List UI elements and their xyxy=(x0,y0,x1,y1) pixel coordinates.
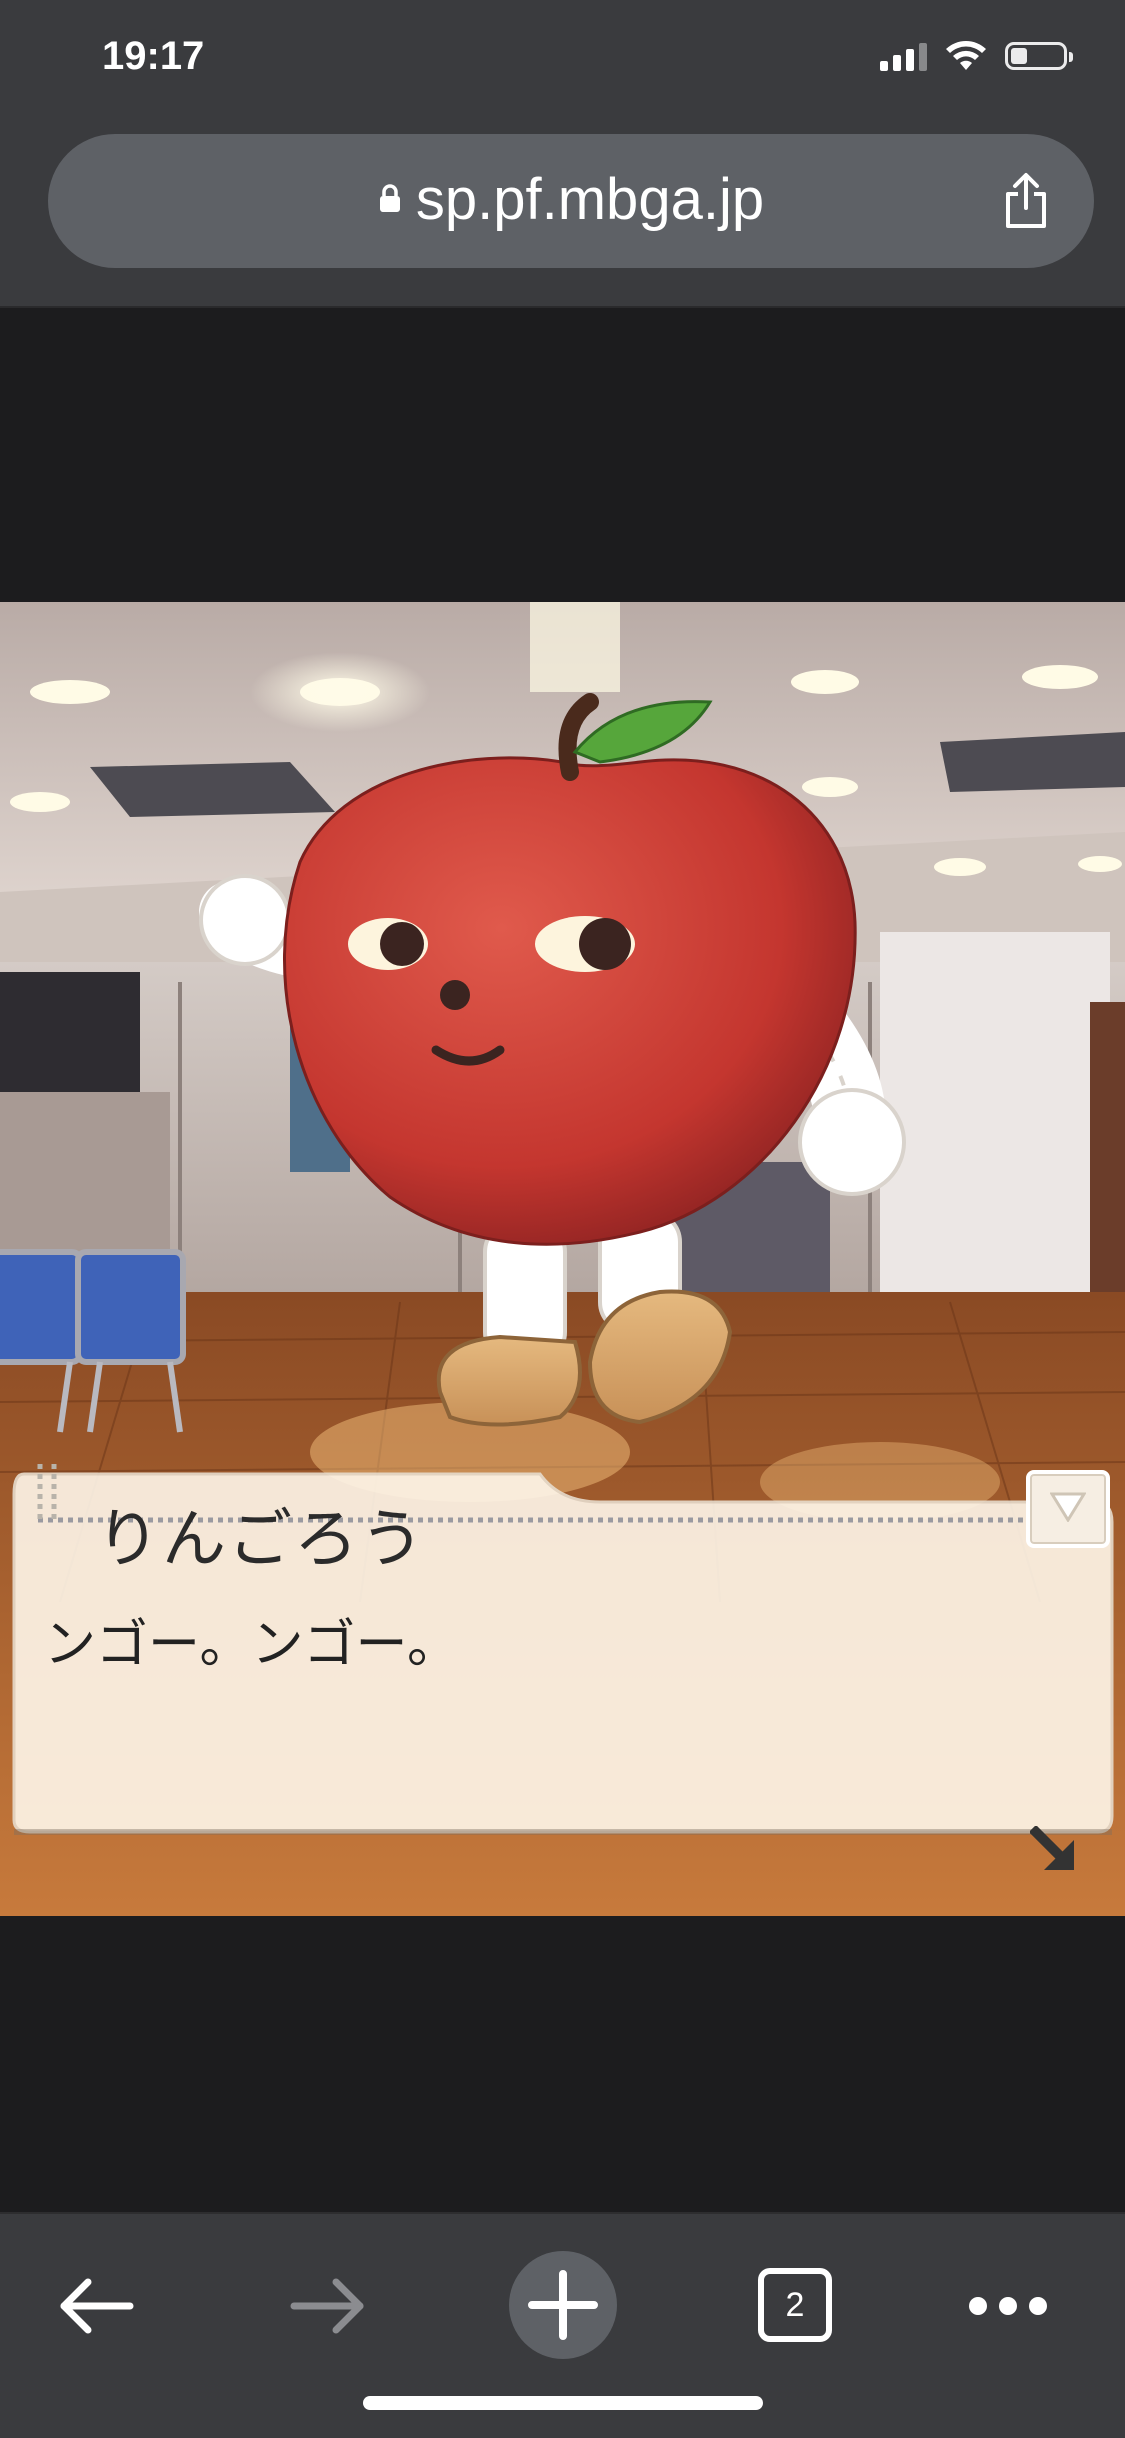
battery-icon xyxy=(1005,42,1073,70)
tabs-icon[interactable]: 2 xyxy=(758,2268,832,2342)
lock-icon xyxy=(379,183,400,212)
share-icon[interactable] xyxy=(1002,172,1050,230)
triangle-down-icon xyxy=(1050,1492,1086,1522)
status-time: 19:17 xyxy=(102,34,205,78)
back-arrow-icon[interactable] xyxy=(56,2276,136,2336)
scene-illustration xyxy=(0,602,1125,1916)
speaker-name: りんごろう xyxy=(96,1503,426,1577)
browser-top-bar: 19:17 sp.pf.mbga.jp xyxy=(0,0,1125,308)
wifi-icon xyxy=(946,41,986,70)
cellular-signal-icon xyxy=(880,41,927,71)
game-canvas[interactable] xyxy=(0,602,1125,1916)
next-arrow-icon[interactable] xyxy=(1030,1826,1080,1876)
dialogue-menu-button[interactable] xyxy=(1026,1470,1110,1548)
home-indicator[interactable] xyxy=(363,2396,763,2410)
url-display[interactable]: sp.pf.mbga.jp xyxy=(48,166,1094,233)
dialogue-message: ンゴー。ンゴー。 xyxy=(44,1615,459,1675)
tab-count: 2 xyxy=(785,2286,805,2324)
address-bar[interactable]: sp.pf.mbga.jp xyxy=(48,134,1094,268)
more-icon[interactable] xyxy=(966,2294,1050,2318)
status-icons xyxy=(880,40,1073,72)
forward-arrow-icon[interactable] xyxy=(288,2276,368,2336)
url-text: sp.pf.mbga.jp xyxy=(415,167,765,232)
new-tab-button[interactable] xyxy=(508,2250,618,2360)
